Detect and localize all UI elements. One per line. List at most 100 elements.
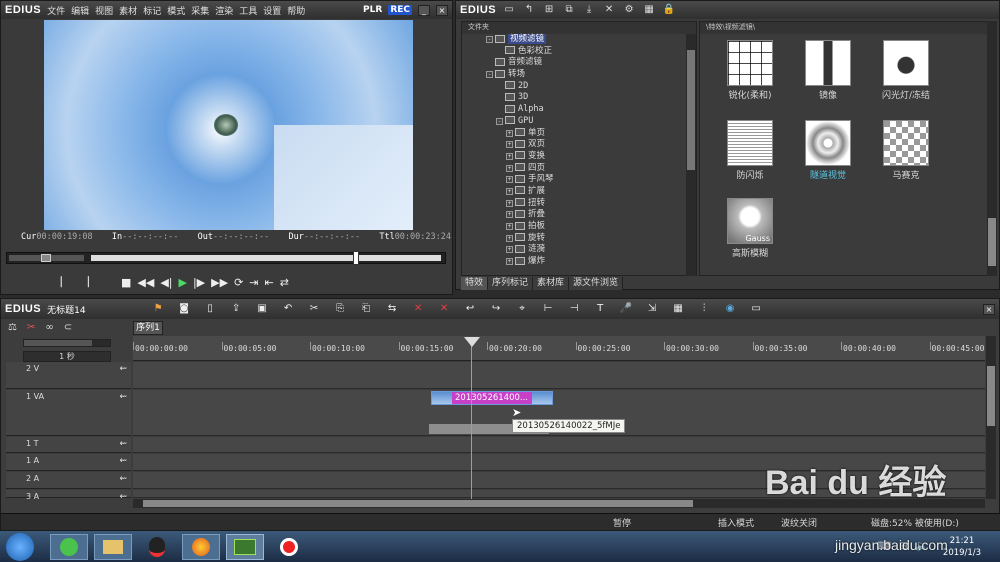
tree-item[interactable]: + 折叠 xyxy=(466,209,696,221)
scrub-handle[interactable] xyxy=(41,254,51,262)
video-clip[interactable]: 201305261400... xyxy=(431,391,553,405)
minimize-button[interactable]: _ xyxy=(418,4,430,16)
export-icon[interactable]: ⇲ xyxy=(645,303,659,315)
collapse-icon[interactable]: - xyxy=(486,71,493,79)
expand-icon[interactable]: + xyxy=(506,211,513,219)
track-sync-icon[interactable]: ⇜ xyxy=(119,439,127,449)
tree-item[interactable]: Alpha xyxy=(466,104,696,116)
play-icon[interactable]: ▶ xyxy=(179,276,187,289)
set-in-icon[interactable]: ⎸ xyxy=(61,275,72,289)
track-sync-icon[interactable]: ⇜ xyxy=(119,392,127,402)
sync-icon[interactable]: ⚖ xyxy=(8,322,17,333)
delete-icon[interactable]: ✕ xyxy=(602,4,616,16)
undo-icon[interactable]: ↶ xyxy=(281,303,295,315)
plr-label[interactable]: PLR xyxy=(363,5,382,15)
track-header[interactable]: 2 A ⇜ xyxy=(6,472,131,489)
tree-item[interactable]: + 单页 xyxy=(466,128,696,140)
taskbar-app-firefox[interactable] xyxy=(182,533,220,560)
set-out-icon[interactable]: ⎹ xyxy=(78,275,89,289)
expand-icon[interactable]: + xyxy=(506,129,513,137)
track-sync-icon[interactable]: ⇜ xyxy=(119,474,127,484)
paste-icon[interactable]: ⎗ xyxy=(359,303,373,315)
zoom-slider[interactable] xyxy=(23,339,111,347)
expand-icon[interactable]: + xyxy=(506,223,513,230)
settings-icon[interactable]: ▭ xyxy=(749,303,763,315)
track-sync-icon[interactable]: ⇜ xyxy=(119,492,127,502)
new-folder-icon[interactable]: ⊞ xyxy=(542,4,556,16)
menu-item[interactable]: 模式 xyxy=(167,7,185,17)
track-sync-icon[interactable]: ⇜ xyxy=(119,364,127,374)
taskbar-app-qq[interactable] xyxy=(138,534,176,560)
clip-edit-icon[interactable]: ⇄ xyxy=(280,276,289,289)
tree-item[interactable]: + 旋转 xyxy=(466,233,696,245)
tree-scrollbar[interactable] xyxy=(686,34,696,276)
collapse-icon[interactable]: - xyxy=(486,36,493,43)
lock-icon[interactable]: 🔒 xyxy=(662,4,676,16)
bin-tab[interactable]: 序列标记 xyxy=(488,277,534,290)
taskbar-app-recorder[interactable] xyxy=(270,534,308,560)
tree-item[interactable]: + 拍板 xyxy=(466,221,696,233)
tree-item[interactable]: - GPU xyxy=(466,116,696,128)
expand-icon[interactable]: + xyxy=(506,187,513,195)
track-lane[interactable] xyxy=(133,362,985,389)
menu-item[interactable]: 工具 xyxy=(239,7,257,17)
expand-icon[interactable]: + xyxy=(506,199,513,207)
menu-item[interactable]: 编辑 xyxy=(71,7,89,17)
tree-item[interactable]: 2D xyxy=(466,81,696,93)
status-ripple[interactable]: 波纹关闭 xyxy=(781,516,841,529)
title-icon[interactable]: T xyxy=(593,303,607,315)
time-ruler[interactable]: 00:00:00:00 00:00:05:00 00:00:10:00 00:00:1… xyxy=(133,336,985,361)
taskbar-app-browser[interactable] xyxy=(50,533,88,560)
properties-icon[interactable]: ⚙ xyxy=(622,4,636,16)
add-timeline-icon[interactable]: ⤓ xyxy=(582,4,596,16)
expand-icon[interactable]: + xyxy=(506,141,513,149)
video-preview[interactable] xyxy=(44,20,413,230)
cut-icon[interactable]: ✂ xyxy=(307,303,321,315)
track-sync-icon[interactable]: ⇜ xyxy=(119,456,127,466)
bin-tab[interactable]: 素材库 xyxy=(533,277,570,290)
menu-item[interactable]: 标记 xyxy=(143,7,161,17)
tree-item[interactable]: + 手风琴 xyxy=(466,174,696,186)
tree-item[interactable]: - 转场 xyxy=(466,69,696,81)
voiceover-icon[interactable]: 🎤 xyxy=(619,303,633,315)
playhead-marker[interactable] xyxy=(353,251,359,265)
menu-item[interactable]: 采集 xyxy=(191,7,209,17)
stop-icon[interactable]: ■ xyxy=(121,276,131,289)
timeline-cursor-head[interactable] xyxy=(464,337,480,347)
snap-icon[interactable]: ✂ xyxy=(27,322,35,333)
expand-icon[interactable]: + xyxy=(506,176,513,184)
capture-icon[interactable]: ◙ xyxy=(177,303,191,315)
track-header[interactable]: 1 A ⇜ xyxy=(6,454,131,471)
overwrite-icon[interactable]: ⇤ xyxy=(265,276,274,289)
expand-icon[interactable]: + xyxy=(506,258,513,266)
step-forward-icon[interactable]: |▶ xyxy=(193,276,205,289)
effect-gauss[interactable]: Gauss 高斯模糊 xyxy=(710,198,790,259)
tree-item[interactable]: 音频滤镜 xyxy=(466,57,696,69)
mixer-icon[interactable]: ⫶ xyxy=(697,303,711,315)
menu-item[interactable]: 帮助 xyxy=(287,7,305,17)
tree-item[interactable]: + 爆炸 xyxy=(466,256,696,268)
group-icon[interactable]: ⊂ xyxy=(64,322,72,333)
fast-forward-icon[interactable]: ▶▶ xyxy=(211,276,228,289)
link-icon[interactable]: ∞ xyxy=(45,322,53,333)
tree-item[interactable]: 色彩校正 xyxy=(466,46,696,58)
expand-icon[interactable]: + xyxy=(506,246,513,254)
redo-edit-icon[interactable]: ↪ xyxy=(489,303,503,315)
tree-item[interactable]: + 双页 xyxy=(466,139,696,151)
expand-icon[interactable]: + xyxy=(506,164,513,172)
save-project-icon[interactable]: ▣ xyxy=(255,303,269,315)
effect-camera[interactable]: 闪光灯/冻结 xyxy=(866,40,946,101)
add-clip-icon[interactable]: ⧉ xyxy=(562,4,576,16)
effect-grid[interactable]: 锐化(柔和) xyxy=(710,40,790,101)
tree-item[interactable]: + 变换 xyxy=(466,151,696,163)
effect-tunnel[interactable]: 隧道视觉 xyxy=(788,120,868,181)
status-insert-mode[interactable]: 插入模式 xyxy=(718,516,781,529)
tree-item[interactable]: + 扭转 xyxy=(466,198,696,210)
insert-icon[interactable]: ⇥ xyxy=(249,276,258,289)
zoom-control[interactable]: 1 秒 xyxy=(23,351,111,362)
effect-lines[interactable]: 防闪烁 xyxy=(710,120,790,181)
up-folder-icon[interactable]: ↰ xyxy=(522,4,536,16)
taskbar-app-explorer[interactable] xyxy=(94,533,132,560)
track-header[interactable]: 3 A ⇜ xyxy=(6,490,131,502)
copy-icon[interactable]: ⎘ xyxy=(333,303,347,315)
